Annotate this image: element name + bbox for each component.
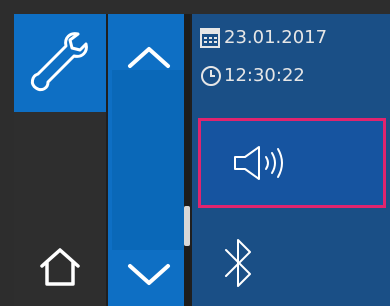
sound-button[interactable]	[198, 118, 386, 208]
time-text: 12:30:22	[224, 65, 305, 86]
bluetooth-button[interactable]	[198, 218, 386, 306]
wrench-icon	[30, 32, 88, 92]
chevron-down-icon[interactable]	[126, 262, 172, 288]
date-row: 23.01.2017	[200, 27, 380, 51]
date-text: 23.01.2017	[224, 27, 328, 48]
calendar-icon	[200, 28, 220, 48]
speaker-icon	[234, 146, 283, 180]
scroll-column	[108, 14, 190, 306]
scroll-lane	[112, 70, 186, 250]
scrollbar-thumb[interactable]	[184, 206, 190, 246]
scrollbar-track[interactable]	[184, 14, 190, 306]
chevron-up-icon[interactable]	[126, 44, 172, 70]
home-icon[interactable]	[38, 246, 82, 288]
bluetooth-icon	[225, 239, 251, 287]
time-row: 12:30:22	[200, 65, 380, 89]
clock-icon	[201, 66, 221, 86]
settings-button[interactable]	[14, 14, 106, 112]
left-panel	[14, 112, 106, 306]
device-screen: 23.01.2017 12:30:22	[0, 0, 390, 306]
